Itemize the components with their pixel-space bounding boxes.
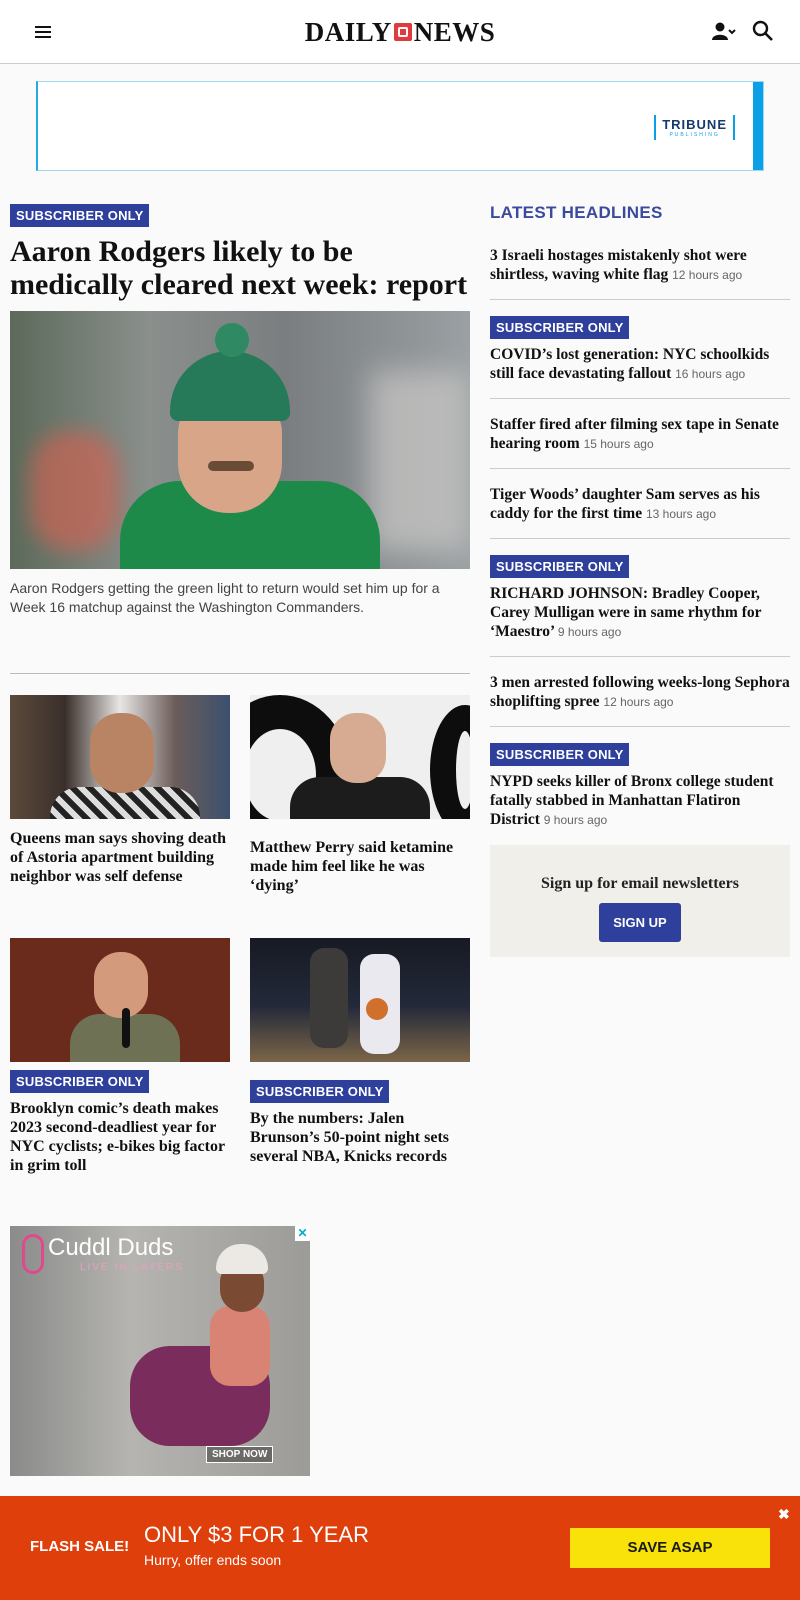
story-card: Matthew Perry said ketamine made him fee… [250, 695, 470, 895]
headline-time: 16 hours ago [675, 367, 746, 381]
headline-item[interactable]: SUBSCRIBER ONLY RICHARD JOHNSON: Bradley… [490, 555, 790, 657]
headline-time: 12 hours ago [672, 268, 743, 282]
sign-up-button[interactable]: SIGN UP [599, 903, 681, 942]
ad-accent-bar [753, 82, 763, 170]
story-thumbnail[interactable] [250, 695, 470, 819]
lead-story: SUBSCRIBER ONLY Aaron Rodgers likely to … [10, 204, 470, 617]
newsletter-signup: Sign up for email newsletters SIGN UP [490, 845, 790, 957]
cuddl-duds-logo-icon [22, 1234, 44, 1274]
headline-item[interactable]: SUBSCRIBER ONLY NYPD seeks killer of Bro… [490, 743, 790, 844]
menu-icon[interactable] [35, 26, 51, 38]
headline-item[interactable]: Staffer fired after filming sex tape in … [490, 415, 790, 469]
headline-text[interactable]: NYPD seeks killer of Bronx college stude… [490, 773, 774, 828]
shop-now-button[interactable]: SHOP NOW [206, 1446, 274, 1463]
site-logo[interactable]: DAILY NEWS [270, 14, 530, 50]
tribune-brand: TRIBUNE [662, 117, 727, 132]
logo-text-left: DAILY [304, 16, 392, 47]
subscriber-badge: SUBSCRIBER ONLY [10, 1070, 150, 1093]
lead-caption: Aaron Rodgers getting the green light to… [10, 580, 440, 615]
flash-sale-label: FLASH SALE! [30, 1538, 130, 1555]
flash-sale-bar: FLASH SALE! ONLY $3 FOR 1 YEAR Hurry, of… [0, 1496, 800, 1600]
headline-time: 15 hours ago [583, 437, 654, 451]
headline-text[interactable]: RICHARD JOHNSON: Bradley Cooper, Carey M… [490, 585, 761, 640]
headline-time: 13 hours ago [645, 507, 717, 521]
story-thumbnail[interactable] [10, 695, 230, 819]
display-ad[interactable]: Cuddl Duds LIVE IN LAYERS SHOP NOW ✕ [10, 1226, 310, 1476]
story-card: SUBSCRIBER ONLY Brooklyn comic’s death m… [10, 938, 230, 1175]
story-thumbnail[interactable] [10, 938, 230, 1062]
lead-photo[interactable] [10, 311, 470, 569]
headline-item[interactable]: Tiger Woods’ daughter Sam serves as his … [490, 485, 790, 539]
subscriber-badge: SUBSCRIBER ONLY [10, 204, 150, 227]
story-headline[interactable]: Matthew Perry said ketamine made him fee… [250, 838, 470, 895]
account-icon[interactable] [712, 22, 736, 42]
subscriber-badge: SUBSCRIBER ONLY [490, 316, 630, 339]
flash-sale-offer: ONLY $3 FOR 1 YEAR [144, 1522, 369, 1547]
top-ad-banner[interactable]: TRIBUNE PUBLISHING [36, 81, 764, 171]
logo-text-right: NEWS [413, 16, 496, 47]
tribune-publishing-logo: TRIBUNE PUBLISHING [654, 115, 735, 140]
ad-close-icon[interactable]: ✕ [295, 1226, 310, 1241]
save-asap-button[interactable]: SAVE ASAP [570, 1528, 770, 1568]
story-headline[interactable]: Queens man says shoving death of Astoria… [10, 829, 230, 886]
headline-time: 9 hours ago [543, 813, 608, 827]
site-header: DAILY NEWS [0, 0, 800, 64]
tribune-brand-sub: PUBLISHING [669, 132, 720, 138]
story-thumbnail[interactable] [250, 938, 470, 1062]
subscriber-badge: SUBSCRIBER ONLY [250, 1080, 390, 1103]
flash-sale-subtext: Hurry, offer ends soon [144, 1552, 282, 1568]
story-headline[interactable]: Brooklyn comic’s death makes 2023 second… [10, 1099, 230, 1175]
close-icon[interactable]: ✖ [778, 1506, 790, 1523]
headline-time: 9 hours ago [557, 625, 622, 639]
subscriber-badge: SUBSCRIBER ONLY [490, 743, 630, 766]
story-card: Queens man says shoving death of Astoria… [10, 695, 230, 886]
headline-item[interactable]: 3 men arrested following weeks-long Seph… [490, 673, 790, 727]
section-divider [10, 673, 470, 674]
ad-tagline: LIVE IN LAYERS [80, 1262, 184, 1273]
story-headline[interactable]: By the numbers: Jalen Brunson’s 50-point… [250, 1109, 470, 1166]
latest-headlines-list: 3 Israeli hostages mistakenly shot were … [490, 246, 790, 860]
headline-item[interactable]: SUBSCRIBER ONLY COVID’s lost generation:… [490, 316, 790, 399]
logo-mark-icon [393, 23, 412, 41]
search-icon[interactable] [752, 20, 774, 42]
subscriber-badge: SUBSCRIBER ONLY [490, 555, 630, 578]
newsletter-text: Sign up for email newsletters [541, 875, 739, 892]
latest-headlines-title: LATEST HEADLINES [490, 203, 663, 222]
lead-headline[interactable]: Aaron Rodgers likely to be medically cle… [10, 235, 470, 301]
headline-text[interactable]: Tiger Woods’ daughter Sam serves as his … [490, 486, 760, 522]
ad-brand: Cuddl Duds [48, 1234, 174, 1261]
headline-time: 12 hours ago [603, 695, 674, 709]
headline-item[interactable]: 3 Israeli hostages mistakenly shot were … [490, 246, 790, 300]
story-card: SUBSCRIBER ONLY By the numbers: Jalen Br… [250, 938, 470, 1166]
